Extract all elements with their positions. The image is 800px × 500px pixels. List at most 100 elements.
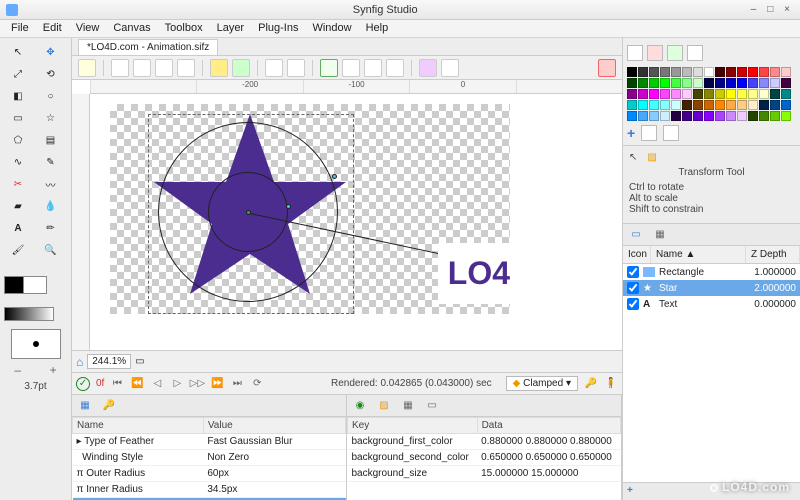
color-swatch[interactable] [638, 89, 648, 99]
color-swatch[interactable] [660, 78, 670, 88]
color-swatch[interactable] [770, 67, 780, 77]
color-swatch[interactable] [682, 100, 692, 110]
first-frame-button[interactable]: ⏮ [110, 377, 124, 391]
redo-button[interactable] [232, 59, 250, 77]
mirror-tool[interactable]: ◧ [4, 86, 32, 106]
color-swatch[interactable] [770, 78, 780, 88]
preview-button[interactable] [287, 59, 305, 77]
color-swatch[interactable] [682, 78, 692, 88]
color-swatch[interactable] [649, 89, 659, 99]
layer-visible[interactable] [627, 282, 639, 294]
animate-mode-button[interactable]: 🧍 [604, 377, 618, 391]
color-swatch[interactable] [671, 89, 681, 99]
color-swatch[interactable] [649, 67, 659, 77]
add-swatch[interactable]: + [627, 125, 635, 141]
color-swatch[interactable] [726, 89, 736, 99]
quality-button[interactable] [441, 59, 459, 77]
color-swatch[interactable] [737, 111, 747, 121]
layer-row[interactable]: Rectangle 1.000000 [623, 264, 800, 280]
tab-a-icon[interactable]: ◉ [351, 398, 369, 414]
brush-minus[interactable]: – [14, 363, 21, 377]
color-swatch[interactable] [693, 111, 703, 121]
swatch-grid[interactable] [627, 67, 796, 121]
param-row[interactable]: Winding StyleNon Zero [73, 450, 346, 466]
color-swatch[interactable] [715, 67, 725, 77]
home-icon[interactable]: ⌂ [76, 355, 83, 369]
maximize-button[interactable]: □ [763, 4, 777, 15]
fill-tool[interactable]: ▰ [4, 196, 32, 216]
next-frame-button[interactable]: ▷▷ [190, 377, 204, 391]
col-value[interactable]: Value [203, 418, 345, 434]
color-swatch[interactable] [638, 67, 648, 77]
layer-row[interactable]: A Text 0.000000 [623, 296, 800, 312]
color-swatch[interactable] [682, 89, 692, 99]
menu-canvas[interactable]: Canvas [106, 20, 157, 37]
color-swatch[interactable] [627, 67, 637, 77]
record-button[interactable] [598, 59, 616, 77]
stroke-color[interactable] [23, 276, 47, 294]
prev-key-button[interactable]: ⏪ [130, 377, 144, 391]
color-swatch[interactable] [759, 67, 769, 77]
add-layer-button[interactable]: + [627, 485, 641, 499]
save-as-button[interactable] [133, 59, 151, 77]
color-swatch[interactable] [627, 111, 637, 121]
save-button[interactable] [111, 59, 129, 77]
inner-handle[interactable] [286, 204, 291, 209]
zoom-field[interactable]: 244.1% [87, 354, 131, 369]
draw-tool[interactable]: ✎ [37, 152, 65, 172]
color-swatch[interactable] [748, 89, 758, 99]
color-swatch[interactable] [671, 78, 681, 88]
layer-visible[interactable] [627, 266, 639, 278]
palette-opt-3[interactable] [667, 45, 683, 61]
canvas[interactable]: LO4 [110, 104, 510, 314]
keyframe-button[interactable]: 🔑 [584, 377, 598, 391]
color-swatch[interactable] [649, 100, 659, 110]
color-swatch[interactable] [693, 89, 703, 99]
color-swatches[interactable] [0, 264, 71, 303]
rectangle-tool[interactable]: ▭ [4, 108, 32, 128]
col-icon[interactable]: Icon [623, 246, 651, 263]
layer-visible[interactable] [627, 298, 639, 310]
scale-tool[interactable]: ⤢ [4, 64, 32, 84]
layers-tab-a[interactable]: ▭ [627, 227, 645, 243]
color-swatch[interactable] [660, 100, 670, 110]
palette-opt-1[interactable] [627, 45, 643, 61]
onion-button[interactable] [320, 59, 338, 77]
col-name[interactable]: Name [73, 418, 204, 434]
interp-mode[interactable]: ◆ Clamped ▾ [506, 376, 578, 391]
zoom-tool[interactable]: 🔍 [37, 240, 65, 260]
col-z[interactable]: Z Depth [746, 246, 800, 263]
minimize-button[interactable]: – [746, 4, 760, 15]
color-swatch[interactable] [638, 111, 648, 121]
color-swatch[interactable] [715, 89, 725, 99]
color-swatch[interactable] [781, 100, 791, 110]
grid-button[interactable] [364, 59, 382, 77]
prev-frame-button[interactable]: ◁ [150, 377, 164, 391]
color-swatch[interactable] [627, 89, 637, 99]
pointer-tool[interactable]: ↖ [4, 42, 32, 62]
color-swatch[interactable] [693, 78, 703, 88]
export-button[interactable] [155, 59, 173, 77]
param-row[interactable]: ▸ Type of FeatherFast Gaussian Blur [73, 434, 346, 450]
color-swatch[interactable] [737, 78, 747, 88]
layers-tab-b[interactable]: ▦ [651, 227, 669, 243]
color-swatch[interactable] [715, 100, 725, 110]
color-swatch[interactable] [759, 111, 769, 121]
spline-tool[interactable]: ∿ [4, 152, 32, 172]
color-swatch[interactable] [704, 67, 714, 77]
rotate-tool[interactable]: ⟲ [37, 64, 65, 84]
gamma-button[interactable] [419, 59, 437, 77]
tab-b-icon[interactable]: ▨ [375, 398, 393, 414]
fit-icon[interactable]: ▭ [135, 356, 144, 367]
color-swatch[interactable] [726, 67, 736, 77]
eyedrop-tool[interactable]: 💧 [37, 196, 65, 216]
color-swatch[interactable] [781, 111, 791, 121]
color-swatch[interactable] [671, 111, 681, 121]
swatch-save[interactable] [663, 125, 679, 141]
color-swatch[interactable] [726, 111, 736, 121]
color-swatch[interactable] [770, 89, 780, 99]
document-tab[interactable]: *LO4D.com - Animation.sifz [78, 39, 218, 55]
tab-d-icon[interactable]: ▭ [423, 398, 441, 414]
color-swatch[interactable] [770, 100, 780, 110]
menu-plugins[interactable]: Plug-Ins [251, 20, 305, 37]
